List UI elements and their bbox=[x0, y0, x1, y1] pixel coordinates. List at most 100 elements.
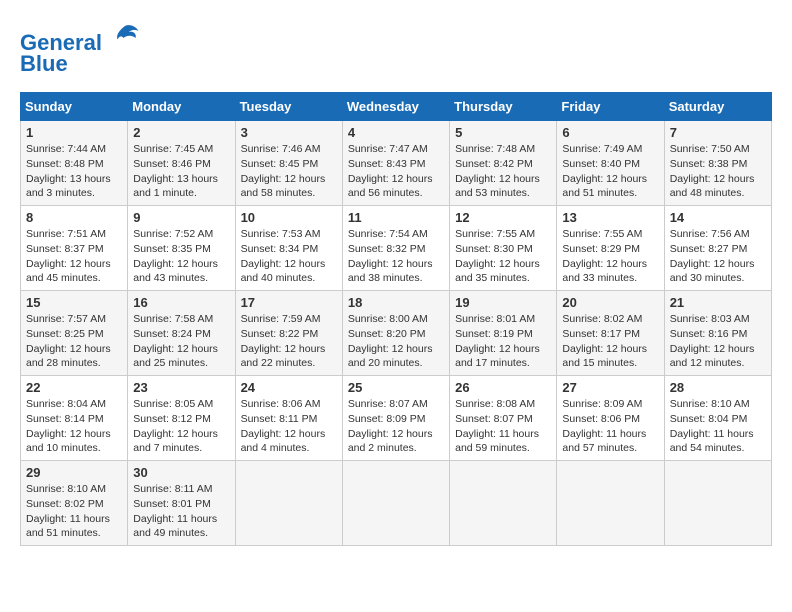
day-number: 15 bbox=[26, 295, 122, 310]
calendar-day-cell: 28Sunrise: 8:10 AMSunset: 8:04 PMDayligh… bbox=[664, 376, 771, 461]
calendar-day-header: Saturday bbox=[664, 93, 771, 121]
calendar-day-cell: 27 Sunrise: 8:09 AMSunset: 8:06 PMDayligh… bbox=[557, 376, 664, 461]
calendar-day-cell: 24 Sunrise: 8:06 AMSunset: 8:11 PMDayligh… bbox=[235, 376, 342, 461]
day-number: 8 bbox=[26, 210, 122, 225]
day-number: 3 bbox=[241, 125, 337, 140]
calendar-day-cell: 2 Sunrise: 7:45 AMSunset: 8:46 PMDaylight… bbox=[128, 121, 235, 206]
day-info: Sunrise: 7:54 AMSunset: 8:32 PMDaylight:… bbox=[348, 227, 444, 286]
calendar-day-cell: 29 Sunrise: 8:10 AMSunset: 8:02 PMDayligh… bbox=[21, 461, 128, 546]
calendar-day-header: Tuesday bbox=[235, 93, 342, 121]
calendar-day-header: Monday bbox=[128, 93, 235, 121]
day-info: Sunrise: 7:50 AMSunset: 8:38 PMDaylight:… bbox=[670, 142, 766, 201]
day-info: Sunrise: 7:51 AMSunset: 8:37 PMDaylight:… bbox=[26, 227, 122, 286]
calendar-day-cell: 18Sunrise: 8:00 AMSunset: 8:20 PMDayligh… bbox=[342, 291, 449, 376]
day-info: Sunrise: 8:07 AMSunset: 8:09 PMDaylight:… bbox=[348, 397, 444, 456]
day-info: Sunrise: 7:55 AMSunset: 8:29 PMDaylight:… bbox=[562, 227, 658, 286]
day-number: 10 bbox=[241, 210, 337, 225]
day-number: 16 bbox=[133, 295, 229, 310]
calendar-week-row: 15 Sunrise: 7:57 AMSunset: 8:25 PMDayligh… bbox=[21, 291, 772, 376]
calendar-day-cell: 22Sunrise: 8:04 AMSunset: 8:14 PMDayligh… bbox=[21, 376, 128, 461]
day-info: Sunrise: 7:58 AMSunset: 8:24 PMDaylight:… bbox=[133, 312, 229, 371]
day-number: 1 bbox=[26, 125, 122, 140]
day-number: 27 bbox=[562, 380, 658, 395]
calendar-day-cell: 4Sunrise: 7:47 AMSunset: 8:43 PMDaylight… bbox=[342, 121, 449, 206]
day-number: 24 bbox=[241, 380, 337, 395]
calendar-day-header: Friday bbox=[557, 93, 664, 121]
logo-bird-icon bbox=[110, 20, 140, 50]
calendar-day-cell bbox=[342, 461, 449, 546]
day-number: 6 bbox=[562, 125, 658, 140]
day-info: Sunrise: 7:56 AMSunset: 8:27 PMDaylight:… bbox=[670, 227, 766, 286]
day-number: 19 bbox=[455, 295, 551, 310]
day-info: Sunrise: 7:59 AMSunset: 8:22 PMDaylight:… bbox=[241, 312, 337, 371]
day-number: 22 bbox=[26, 380, 122, 395]
day-info: Sunrise: 7:55 AMSunset: 8:30 PMDaylight:… bbox=[455, 227, 551, 286]
day-number: 29 bbox=[26, 465, 122, 480]
page-header: General Blue bbox=[20, 20, 772, 77]
calendar-day-cell: 14 Sunrise: 7:56 AMSunset: 8:27 PMDayligh… bbox=[664, 206, 771, 291]
day-number: 26 bbox=[455, 380, 551, 395]
day-number: 21 bbox=[670, 295, 766, 310]
calendar-day-cell: 30 Sunrise: 8:11 AMSunset: 8:01 PMDayligh… bbox=[128, 461, 235, 546]
calendar-day-cell: 3Sunrise: 7:46 AMSunset: 8:45 PMDaylight… bbox=[235, 121, 342, 206]
day-number: 30 bbox=[133, 465, 229, 480]
calendar-day-cell: 25 Sunrise: 8:07 AMSunset: 8:09 PMDayligh… bbox=[342, 376, 449, 461]
calendar-day-cell: 19 Sunrise: 8:01 AMSunset: 8:19 PMDayligh… bbox=[450, 291, 557, 376]
day-info: Sunrise: 8:10 AMSunset: 8:04 PMDaylight:… bbox=[670, 397, 766, 456]
day-info: Sunrise: 7:49 AMSunset: 8:40 PMDaylight:… bbox=[562, 142, 658, 201]
calendar-day-header: Thursday bbox=[450, 93, 557, 121]
day-number: 13 bbox=[562, 210, 658, 225]
calendar-day-cell: 20 Sunrise: 8:02 AMSunset: 8:17 PMDayligh… bbox=[557, 291, 664, 376]
day-number: 12 bbox=[455, 210, 551, 225]
day-info: Sunrise: 8:09 AMSunset: 8:06 PMDaylight:… bbox=[562, 397, 658, 456]
day-number: 23 bbox=[133, 380, 229, 395]
logo: General Blue bbox=[20, 20, 140, 77]
day-info: Sunrise: 7:57 AMSunset: 8:25 PMDaylight:… bbox=[26, 312, 122, 371]
day-info: Sunrise: 8:10 AMSunset: 8:02 PMDaylight:… bbox=[26, 482, 122, 541]
day-info: Sunrise: 7:48 AMSunset: 8:42 PMDaylight:… bbox=[455, 142, 551, 201]
day-info: Sunrise: 8:06 AMSunset: 8:11 PMDaylight:… bbox=[241, 397, 337, 456]
day-info: Sunrise: 7:53 AMSunset: 8:34 PMDaylight:… bbox=[241, 227, 337, 286]
calendar-week-row: 8 Sunrise: 7:51 AMSunset: 8:37 PMDaylight… bbox=[21, 206, 772, 291]
day-info: Sunrise: 7:45 AMSunset: 8:46 PMDaylight:… bbox=[133, 142, 229, 201]
day-number: 18 bbox=[348, 295, 444, 310]
calendar-day-cell: 26 Sunrise: 8:08 AMSunset: 8:07 PMDayligh… bbox=[450, 376, 557, 461]
day-number: 7 bbox=[670, 125, 766, 140]
day-info: Sunrise: 8:11 AMSunset: 8:01 PMDaylight:… bbox=[133, 482, 229, 541]
day-info: Sunrise: 8:08 AMSunset: 8:07 PMDaylight:… bbox=[455, 397, 551, 456]
calendar-day-cell: 10 Sunrise: 7:53 AMSunset: 8:34 PMDayligh… bbox=[235, 206, 342, 291]
calendar-day-cell: 13 Sunrise: 7:55 AMSunset: 8:29 PMDayligh… bbox=[557, 206, 664, 291]
day-number: 4 bbox=[348, 125, 444, 140]
calendar-day-cell: 21 Sunrise: 8:03 AMSunset: 8:16 PMDayligh… bbox=[664, 291, 771, 376]
day-info: Sunrise: 8:01 AMSunset: 8:19 PMDaylight:… bbox=[455, 312, 551, 371]
day-info: Sunrise: 8:02 AMSunset: 8:17 PMDaylight:… bbox=[562, 312, 658, 371]
calendar-day-header: Wednesday bbox=[342, 93, 449, 121]
calendar-day-cell bbox=[450, 461, 557, 546]
day-number: 14 bbox=[670, 210, 766, 225]
day-number: 2 bbox=[133, 125, 229, 140]
calendar-day-cell: 1 Sunrise: 7:44 AMSunset: 8:48 PMDaylight… bbox=[21, 121, 128, 206]
day-number: 25 bbox=[348, 380, 444, 395]
day-number: 11 bbox=[348, 210, 444, 225]
day-info: Sunrise: 8:05 AMSunset: 8:12 PMDaylight:… bbox=[133, 397, 229, 456]
day-number: 9 bbox=[133, 210, 229, 225]
calendar-day-header: Sunday bbox=[21, 93, 128, 121]
logo-text: General bbox=[20, 20, 140, 55]
calendar-day-cell: 9Sunrise: 7:52 AMSunset: 8:35 PMDaylight… bbox=[128, 206, 235, 291]
calendar-day-cell: 23 Sunrise: 8:05 AMSunset: 8:12 PMDayligh… bbox=[128, 376, 235, 461]
calendar-day-cell: 6 Sunrise: 7:49 AMSunset: 8:40 PMDaylight… bbox=[557, 121, 664, 206]
calendar-table: SundayMondayTuesdayWednesdayThursdayFrid… bbox=[20, 92, 772, 546]
calendar-day-cell: 16 Sunrise: 7:58 AMSunset: 8:24 PMDayligh… bbox=[128, 291, 235, 376]
calendar-week-row: 29 Sunrise: 8:10 AMSunset: 8:02 PMDayligh… bbox=[21, 461, 772, 546]
calendar-day-cell: 8 Sunrise: 7:51 AMSunset: 8:37 PMDaylight… bbox=[21, 206, 128, 291]
calendar-day-cell: 17Sunrise: 7:59 AMSunset: 8:22 PMDayligh… bbox=[235, 291, 342, 376]
day-info: Sunrise: 8:03 AMSunset: 8:16 PMDaylight:… bbox=[670, 312, 766, 371]
day-number: 20 bbox=[562, 295, 658, 310]
day-info: Sunrise: 7:44 AMSunset: 8:48 PMDaylight:… bbox=[26, 142, 122, 201]
day-number: 5 bbox=[455, 125, 551, 140]
calendar-day-cell: 7 Sunrise: 7:50 AMSunset: 8:38 PMDaylight… bbox=[664, 121, 771, 206]
calendar-day-cell: 15 Sunrise: 7:57 AMSunset: 8:25 PMDayligh… bbox=[21, 291, 128, 376]
calendar-header-row: SundayMondayTuesdayWednesdayThursdayFrid… bbox=[21, 93, 772, 121]
calendar-week-row: 22Sunrise: 8:04 AMSunset: 8:14 PMDayligh… bbox=[21, 376, 772, 461]
calendar-day-cell: 12 Sunrise: 7:55 AMSunset: 8:30 PMDayligh… bbox=[450, 206, 557, 291]
